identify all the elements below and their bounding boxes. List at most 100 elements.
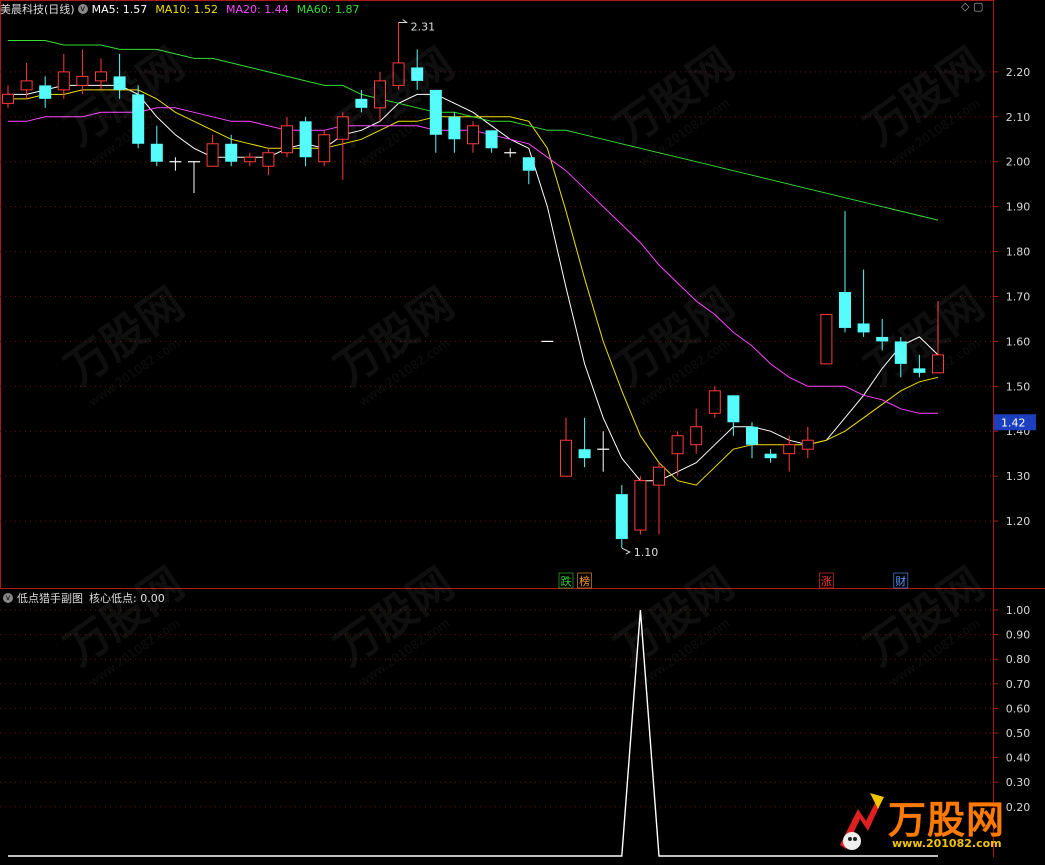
sub-y-tick-label: 0.60 [1006, 702, 1031, 715]
legend-item: MA20: 1.44 [226, 2, 289, 16]
settings-icon[interactable]: v [77, 4, 88, 14]
candle-body [932, 354, 944, 374]
main-chart-header: 美晨科技(日线) v MA5: 1.57 MA10: 1.52 MA20: 1.44… [0, 0, 367, 18]
candle [281, 116, 293, 158]
legend-item: MA10: 1.52 [155, 2, 219, 16]
candle-body [225, 143, 238, 162]
logo-mark-icon [840, 793, 884, 850]
candle-body [299, 121, 312, 158]
sub-y-tick-label: 0.70 [1006, 678, 1031, 691]
candle [355, 89, 368, 113]
y-tick-label: 1.30 [1006, 470, 1031, 483]
candle-body [690, 426, 703, 446]
candle-body [764, 453, 777, 459]
candle [188, 161, 200, 194]
candle-body [132, 94, 145, 144]
candle-body [39, 85, 52, 99]
indicator-title[interactable]: 低点猎手副图 [17, 590, 83, 606]
high-arrow [398, 19, 409, 23]
y-tick-label: 1.50 [1006, 380, 1031, 393]
candle-body [634, 480, 647, 531]
status-bar [0, 857, 1045, 865]
candle [57, 53, 70, 99]
candle [150, 125, 163, 167]
candle [132, 85, 145, 149]
candle-body [150, 143, 163, 162]
candle-body [783, 444, 796, 455]
candle-body [262, 152, 275, 167]
candle [318, 130, 331, 167]
candle [708, 386, 721, 418]
candle-body [392, 62, 405, 86]
candle [876, 318, 889, 351]
sub-y-tick-label: 0.80 [1006, 653, 1031, 666]
brand-logo: 万股网 www.201082.com [826, 785, 1026, 860]
candle [299, 116, 312, 167]
candle-body [653, 466, 665, 486]
candle-body [429, 89, 442, 135]
candle-body [2, 93, 14, 104]
settings-icon[interactable]: v [3, 593, 13, 603]
y-tick-label: 1.70 [1006, 290, 1031, 303]
event-marker: 财 [895, 574, 906, 588]
candle [578, 417, 591, 468]
event-marker: 跌 [561, 574, 572, 588]
stock-title[interactable]: 美晨科技(日线) [0, 1, 75, 17]
candle [169, 157, 182, 171]
sub-y-tick-label: 0.50 [1006, 727, 1031, 740]
high-label: 2.31 [411, 20, 436, 33]
candle-body [578, 449, 591, 459]
candle-body [560, 439, 572, 477]
sub-y-tick-label: 1.00 [1006, 604, 1031, 617]
candle-body [801, 439, 814, 450]
candle [262, 148, 275, 176]
candle-body [355, 98, 368, 108]
candle [894, 336, 907, 378]
candle [448, 112, 461, 153]
candle [429, 89, 442, 153]
candle [801, 426, 814, 459]
y-tick-label: 1.20 [1006, 515, 1031, 528]
candle [374, 71, 386, 122]
candle-body [243, 156, 256, 163]
y-tick-label: 1.80 [1006, 246, 1031, 259]
candle [727, 395, 740, 436]
logo-url: www.201082.com [892, 837, 1002, 850]
candle [764, 449, 777, 463]
candle [932, 300, 944, 374]
candle [225, 134, 238, 167]
candle [522, 157, 535, 185]
candle [913, 354, 926, 378]
ma-line-ma20 [8, 107, 938, 414]
candle [597, 431, 610, 472]
legend-item: MA5: 1.57 [91, 2, 148, 16]
candle [76, 49, 89, 95]
candle [634, 476, 647, 535]
candle-body [727, 395, 740, 423]
candle [485, 130, 498, 153]
candle [243, 152, 256, 167]
expand-icon[interactable]: ◇ ▢ [961, 0, 983, 13]
candle-body [76, 75, 89, 86]
candle-body [318, 134, 331, 163]
y-tick-label: 1.60 [1006, 335, 1031, 348]
current-price-label: 1.42 [1001, 416, 1026, 429]
y-tick-label: 2.20 [1006, 66, 1031, 79]
candle-body [336, 116, 349, 140]
candle-body [206, 143, 219, 167]
legend-item: 核心低点: 0.00 [89, 592, 165, 605]
candle-body [20, 80, 33, 91]
low-arrow [621, 547, 631, 555]
candle-body [894, 341, 907, 364]
y-tick-label: 2.00 [1006, 156, 1031, 169]
candle-body [113, 76, 126, 90]
candle-body [876, 336, 889, 342]
sub-chart-header: v 低点猎手副图 核心低点: 0.00 [0, 589, 173, 607]
stock-chart[interactable]: 2.202.102.001.901.801.701.601.501.401.30… [0, 0, 1045, 865]
candle-body [411, 67, 424, 81]
candle-body [374, 80, 386, 109]
y-tick-label: 1.90 [1006, 201, 1031, 214]
candle [504, 148, 517, 158]
event-marker: 涨 [821, 575, 832, 588]
candle-body [467, 125, 479, 145]
